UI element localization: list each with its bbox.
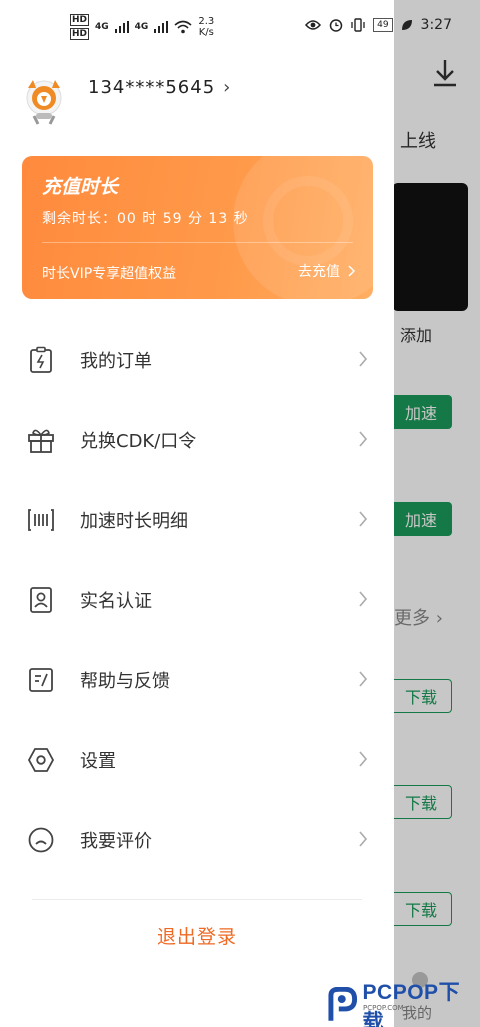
menu-item-label: 兑换CDK/口令 bbox=[80, 431, 197, 452]
vip-card-divider bbox=[42, 242, 353, 243]
menu-item-orders[interactable]: 我的订单 bbox=[0, 320, 394, 400]
menu-item-label: 实名认证 bbox=[80, 591, 152, 612]
net-speed-unit: K/s bbox=[198, 27, 214, 38]
settings-icon bbox=[26, 745, 56, 775]
vip-card-title: 充值时长 bbox=[42, 176, 119, 198]
chevron-right-icon bbox=[359, 831, 368, 847]
menu-item-label: 我的订单 bbox=[80, 351, 152, 372]
eye-icon bbox=[305, 20, 322, 30]
menu-item-label: 加速时长明细 bbox=[80, 511, 188, 532]
menu-item-label: 设置 bbox=[80, 751, 116, 772]
accelerate-detail-icon bbox=[26, 505, 56, 535]
menu-item-label: 帮助与反馈 bbox=[80, 671, 170, 692]
chevron-right-icon bbox=[348, 265, 355, 277]
status-bar: HD HD 4G 4G 2.3 K/s 49 3:27 bbox=[0, 0, 480, 48]
battery-indicator: 49 bbox=[373, 18, 393, 32]
side-drawer: 134****5645 › 充值时长 剩余时长：00 时 59 分 13 秒 时… bbox=[0, 0, 394, 1027]
chevron-right-icon bbox=[359, 671, 368, 687]
vip-benefit-text: 时长VIP专享超值权益 bbox=[42, 266, 177, 282]
chevron-right-icon bbox=[359, 511, 368, 527]
signal-4g-label-1: 4G bbox=[95, 22, 109, 32]
watermark-brand: PCPOP下载 bbox=[362, 981, 461, 1027]
order-icon bbox=[26, 345, 56, 375]
avatar[interactable] bbox=[24, 76, 64, 126]
vibrate-icon bbox=[351, 18, 365, 32]
leaf-icon bbox=[401, 20, 412, 30]
watermark-subtext: PCPOP.COM bbox=[363, 1004, 404, 1012]
chevron-right-icon[interactable]: › bbox=[223, 77, 230, 98]
net-speed: 2.3 K/s bbox=[198, 16, 214, 38]
menu-item-real-name[interactable]: 实名认证 bbox=[0, 560, 394, 640]
hd-icon: HD bbox=[70, 14, 90, 26]
menu-item-redeem-cdk[interactable]: 兑换CDK/口令 bbox=[0, 400, 394, 480]
recharge-label: 去充值 bbox=[298, 264, 340, 280]
vip-recharge-card[interactable]: 充值时长 剩余时长：00 时 59 分 13 秒 时长VIP专享超值权益 去充值 bbox=[22, 156, 373, 299]
card-decoration-ring bbox=[263, 176, 353, 266]
watermark: PCPOP下载 PCPOP.COM bbox=[325, 976, 480, 1027]
menu-item-settings[interactable]: 设置 bbox=[0, 720, 394, 800]
gift-icon bbox=[26, 425, 56, 455]
hd-icon-2: HD bbox=[70, 28, 90, 40]
rate-icon bbox=[26, 825, 56, 855]
menu-item-accelerate-detail[interactable]: 加速时长明细 bbox=[0, 480, 394, 560]
chevron-right-icon bbox=[359, 751, 368, 767]
id-card-icon bbox=[26, 585, 56, 615]
alarm-icon bbox=[329, 19, 343, 32]
feedback-icon bbox=[26, 665, 56, 695]
chevron-right-icon bbox=[359, 351, 368, 367]
user-phone[interactable]: 134****5645 bbox=[88, 77, 215, 98]
drawer-menu: 我的订单 兑换CDK/口令 加速时长明细 实名认证 帮助与反馈 设置 我要评价 bbox=[0, 320, 394, 880]
signal-bars-icon-2 bbox=[154, 21, 169, 33]
clock-time: 3:27 bbox=[420, 17, 452, 33]
signal-4g-label-2: 4G bbox=[134, 22, 149, 32]
logout-divider bbox=[32, 899, 362, 900]
recharge-button[interactable]: 去充值 bbox=[298, 261, 355, 281]
pcpop-logo-icon bbox=[328, 987, 358, 1021]
menu-item-rate[interactable]: 我要评价 bbox=[0, 800, 394, 880]
menu-item-help-feedback[interactable]: 帮助与反馈 bbox=[0, 640, 394, 720]
logout-button[interactable]: 退出登录 bbox=[0, 922, 394, 949]
chevron-right-icon bbox=[359, 591, 368, 607]
signal-bars-icon bbox=[114, 21, 129, 33]
remaining-time: 剩余时长：00 时 59 分 13 秒 bbox=[42, 211, 249, 227]
menu-item-label: 我要评价 bbox=[80, 831, 152, 852]
chevron-right-icon bbox=[359, 431, 368, 447]
profile-row[interactable]: 134****5645 › bbox=[24, 76, 230, 126]
net-speed-value: 2.3 bbox=[198, 16, 215, 27]
wifi-icon bbox=[174, 20, 192, 34]
